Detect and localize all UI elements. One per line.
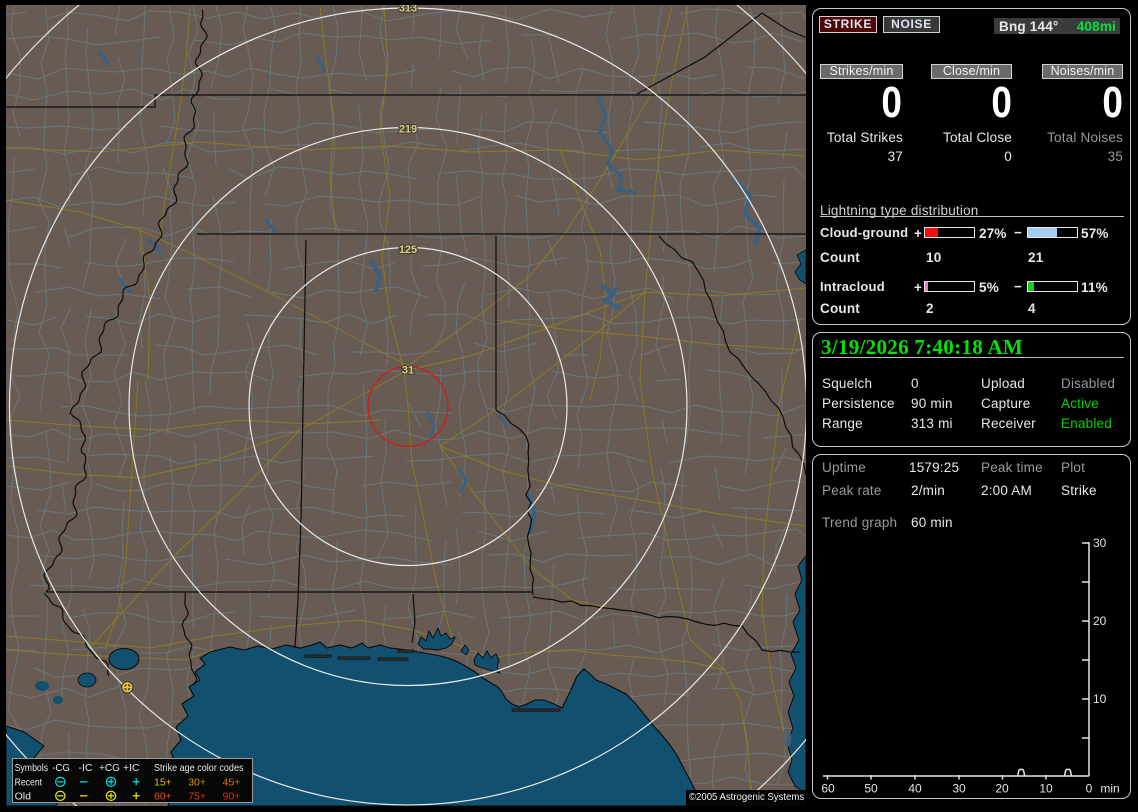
svg-text:-IC: -IC <box>79 762 93 774</box>
svg-text:Symbols: Symbols <box>15 762 49 774</box>
svg-text:30: 30 <box>1093 536 1107 550</box>
svg-text:min: min <box>1100 782 1119 796</box>
svg-text:+CG: +CG <box>99 762 120 774</box>
svg-text:60+: 60+ <box>154 791 172 803</box>
svg-text:15+: 15+ <box>154 777 172 789</box>
svg-text:219: 219 <box>399 124 417 136</box>
svg-text:30: 30 <box>952 782 966 796</box>
svg-text:90+: 90+ <box>223 791 241 803</box>
svg-text:10: 10 <box>1093 692 1107 706</box>
svg-text:Recent: Recent <box>15 777 43 789</box>
svg-text:Strike age color codes: Strike age color codes <box>154 762 244 774</box>
svg-text:50: 50 <box>864 782 878 796</box>
svg-text:+IC: +IC <box>123 762 140 774</box>
svg-text:60: 60 <box>821 782 835 796</box>
svg-text:31: 31 <box>402 365 414 377</box>
svg-text:30+: 30+ <box>188 777 206 789</box>
svg-text:0: 0 <box>1086 782 1093 796</box>
svg-text:75+: 75+ <box>188 791 206 803</box>
svg-text:125: 125 <box>399 244 417 256</box>
svg-text:Old: Old <box>15 791 32 803</box>
svg-text:20: 20 <box>995 782 1009 796</box>
svg-text:45+: 45+ <box>223 777 241 789</box>
svg-text:313: 313 <box>399 5 417 15</box>
svg-text:20: 20 <box>1093 614 1107 628</box>
svg-text:10: 10 <box>1039 782 1053 796</box>
svg-text:-CG: -CG <box>52 762 70 774</box>
svg-text:40: 40 <box>908 782 922 796</box>
